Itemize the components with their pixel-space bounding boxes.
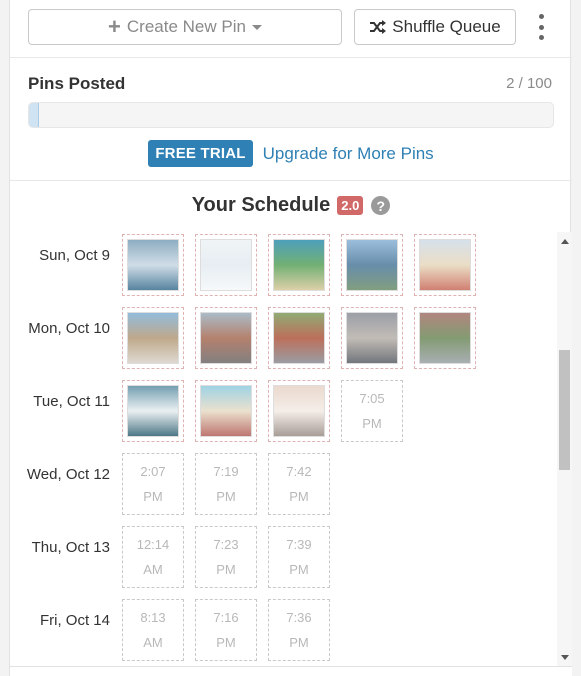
schedule-day-row: Fri, Oct 14 8:13 AM 7:16 PM 7:36 PM — [10, 599, 557, 661]
scheduled-pin-slot[interactable] — [195, 380, 257, 442]
slot-time: 7:36 — [286, 610, 312, 625]
scheduled-pin-slot[interactable] — [268, 307, 330, 369]
scheduled-pin-slot[interactable] — [122, 380, 184, 442]
pins-posted-title: Pins Posted — [28, 74, 126, 93]
slot-ampm: PM — [143, 489, 163, 504]
empty-time-slot[interactable]: 7:39 PM — [268, 526, 330, 588]
scheduled-pin-slot[interactable] — [414, 307, 476, 369]
wave-photo — [127, 385, 179, 437]
crowd-street-photo — [346, 312, 398, 364]
empty-time-slot[interactable]: 2:07 PM — [122, 453, 184, 515]
empty-time-slot[interactable]: 7:42 PM — [268, 453, 330, 515]
day-label: Fri, Oct 14 — [39, 612, 110, 629]
shuffle-queue-label: Shuffle Queue — [392, 17, 501, 36]
divider — [10, 180, 572, 181]
bottom-border — [10, 666, 572, 676]
scroll-thumb[interactable] — [559, 350, 570, 470]
empty-time-slot[interactable]: 7:05 PM — [341, 380, 403, 442]
schedule-day-row: Mon, Oct 10 — [10, 307, 557, 369]
slot-ampm: PM — [289, 562, 309, 577]
day-label: Thu, Oct 13 — [31, 539, 110, 556]
empty-time-slot[interactable]: 7:36 PM — [268, 599, 330, 661]
pins-progress-fill — [29, 103, 40, 127]
free-trial-badge: FREE TRIAL — [148, 140, 253, 167]
bay-mountains-photo — [346, 239, 398, 291]
empty-time-slot[interactable]: 7:16 PM — [195, 599, 257, 661]
scheduled-pin-slot[interactable] — [268, 234, 330, 296]
beach-umbrellas-photo — [419, 239, 471, 291]
slot-time: 7:39 — [286, 537, 312, 552]
schedule-day-row: Thu, Oct 13 12:14 AM 7:23 PM 7:39 PM — [10, 526, 557, 588]
slot-time: 8:13 — [140, 610, 166, 625]
day-label: Wed, Oct 12 — [26, 466, 110, 483]
plus-icon: + — [108, 14, 121, 39]
more-options-icon[interactable] — [533, 14, 549, 40]
scrollbar[interactable] — [557, 232, 572, 666]
scheduled-pin-slot[interactable] — [195, 307, 257, 369]
slot-time: 7:19 — [213, 464, 239, 479]
island-aerial-photo — [273, 239, 325, 291]
caret-down-icon — [251, 24, 262, 30]
trial-row: FREE TRIAL Upgrade for More Pins — [10, 140, 572, 167]
schedule-day-row: Tue, Oct 11 7:05 PM — [10, 380, 557, 442]
scheduled-pin-slot[interactable] — [268, 380, 330, 442]
scheduled-pin-slot[interactable] — [195, 234, 257, 296]
create-new-pin-label: Create New Pin — [126, 17, 246, 36]
slot-time: 7:16 — [213, 610, 239, 625]
slot-ampm: PM — [362, 416, 382, 431]
slot-time: 7:42 — [286, 464, 312, 479]
shuffle-icon — [370, 20, 387, 34]
seaside-town-photo — [127, 312, 179, 364]
slot-ampm: PM — [216, 562, 236, 577]
empty-time-slot[interactable]: 7:23 PM — [195, 526, 257, 588]
create-new-pin-button[interactable]: + Create New Pin — [28, 9, 342, 45]
slot-ampm: PM — [216, 635, 236, 650]
street-cars-photo — [200, 312, 252, 364]
schedule-title: Your Schedule — [191, 194, 331, 216]
empty-time-slot[interactable]: 7:19 PM — [195, 453, 257, 515]
slot-ampm: PM — [216, 489, 236, 504]
day-label: Sun, Oct 9 — [39, 247, 110, 264]
help-icon[interactable]: ? — [371, 196, 391, 215]
empty-time-slot[interactable]: 12:14 AM — [122, 526, 184, 588]
scheduled-pin-slot[interactable] — [414, 234, 476, 296]
brick-street-photo — [419, 312, 471, 364]
slot-time: 7:23 — [213, 537, 239, 552]
toolbar: + Create New Pin Shuffle Queue — [10, 0, 572, 58]
empty-time-slot[interactable]: 8:13 AM — [122, 599, 184, 661]
shuffle-queue-button[interactable]: Shuffle Queue — [354, 9, 516, 45]
scroll-up-arrow-icon[interactable] — [561, 239, 569, 244]
scheduled-pin-slot[interactable] — [122, 234, 184, 296]
market-crowd-photo — [273, 312, 325, 364]
pin-scheduler-panel: + Create New Pin Shuffle Queue Pins Post… — [9, 0, 572, 676]
slot-ampm: PM — [289, 635, 309, 650]
slot-time: 7:05 — [359, 391, 385, 406]
schedule-day-row: Wed, Oct 12 2:07 PM 7:19 PM 7:42 PM — [10, 453, 557, 515]
crowded-beach-photo — [200, 385, 252, 437]
day-label: Mon, Oct 10 — [28, 320, 110, 337]
slot-time: 2:07 — [140, 464, 166, 479]
day-label: Tue, Oct 11 — [33, 393, 110, 410]
scroll-down-arrow-icon[interactable] — [561, 655, 569, 660]
schedule-list: Sun, Oct 9 Mon, Oct 10 Tue, Oct 11 7:05 PM We… — [10, 232, 557, 666]
pins-posted-count: 2 / 100 — [506, 75, 552, 92]
scheduled-pin-slot[interactable] — [341, 307, 403, 369]
slot-time: 12:14 — [136, 537, 170, 552]
slot-ampm: PM — [289, 489, 309, 504]
slot-ampm: AM — [143, 562, 163, 577]
hazy-sky-photo — [200, 239, 252, 291]
schedule-day-row: Sun, Oct 9 — [10, 234, 557, 296]
pins-progress-bar — [28, 102, 554, 128]
sunset-pier-photo — [273, 385, 325, 437]
scheduled-pin-slot[interactable] — [341, 234, 403, 296]
version-badge: 2.0 — [337, 196, 364, 215]
upgrade-link[interactable]: Upgrade for More Pins — [263, 144, 434, 164]
slot-ampm: AM — [143, 635, 163, 650]
harbor-boats-photo — [127, 239, 179, 291]
schedule-header: Your Schedule 2.0 ? — [10, 194, 572, 217]
scheduled-pin-slot[interactable] — [122, 307, 184, 369]
